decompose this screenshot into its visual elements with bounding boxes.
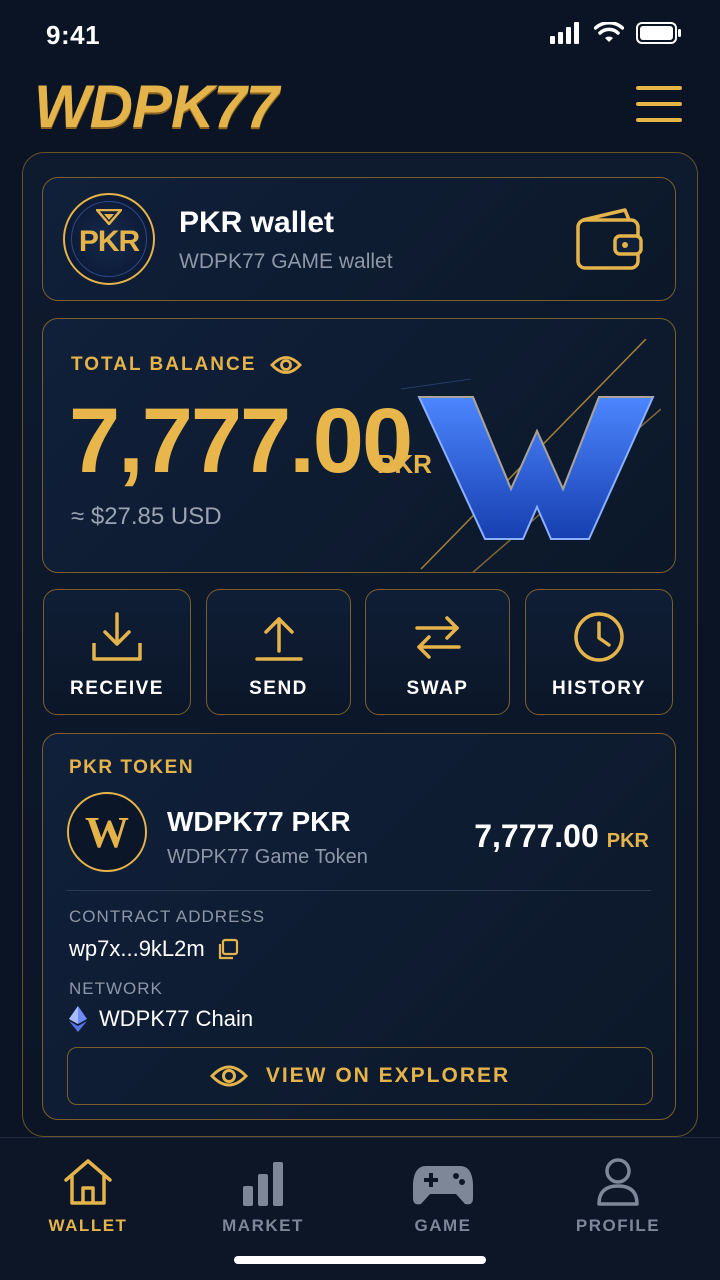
nav-label-game: GAME [414,1216,472,1235]
swap-label: SWAP [406,678,469,699]
network-label: NETWORK [69,979,163,998]
token-name: WDPK77 PKR [167,806,351,837]
balance-amount: 7,777.00 [69,390,413,492]
upload-icon [254,617,303,661]
app-logo[interactable]: WDPK77 [34,72,279,141]
status-icons [550,22,682,44]
wallet-subtitle: WDPK77 GAME wallet [179,250,393,273]
pkr-badge: PKR [63,193,155,285]
nav-label-market: MARKET [222,1216,304,1235]
receive-label: RECEIVE [70,678,164,699]
swap-button[interactable]: SWAP [365,589,510,715]
total-balance-text: TOTAL BALANCE [71,354,257,375]
gamepad-icon [413,1166,473,1205]
token-card: PKR TOKEN W WDPK77 PKR WDPK77 Game Token… [42,733,676,1120]
home-icon [64,1159,112,1205]
nav-label-profile: PROFILE [575,1216,661,1235]
eye-icon[interactable] [270,354,303,376]
network-row: WDPK77 Chain [69,1006,253,1032]
clock-icon [574,612,624,662]
copy-icon[interactable] [217,938,239,960]
contract-address-value: wp7x...9kL2m [69,936,205,961]
status-bar: 9:41 [0,0,720,70]
menu-icon [636,86,682,90]
token-amount-unit: PKR [606,830,649,852]
network-value: WDPK77 Chain [99,1006,254,1031]
token-description: WDPK77 Game Token [167,846,368,868]
history-button[interactable]: HISTORY [525,589,673,715]
status-time: 9:41 [46,20,101,50]
view-on-explorer-label: VIEW ON EXPLORER [265,1064,511,1087]
nav-item-profile[interactable]: PROFILE [548,1152,688,1236]
ethereum-icon [69,1006,87,1032]
token-logo-letter: W [85,807,129,857]
receive-button[interactable]: RECEIVE [43,589,191,715]
wallet-card[interactable]: PKR PKR wallet WDPK77 GAME wallet [42,177,676,301]
wallet-title: PKR wallet [179,206,335,239]
battery-icon [636,22,681,44]
nav-label-wallet: WALLET [48,1216,128,1235]
total-balance-label: TOTAL BALANCE [71,354,303,376]
menu-button[interactable] [636,86,684,124]
home-indicator[interactable] [234,1256,486,1264]
contract-address-row: wp7x...9kL2m [69,936,239,962]
token-logo: W [67,792,147,872]
user-icon [597,1158,639,1206]
send-label: SEND [249,678,308,699]
send-button[interactable]: SEND [206,589,351,715]
nav-item-market[interactable]: MARKET [193,1152,333,1236]
nav-item-game[interactable]: GAME [373,1152,513,1236]
swap-arrows-icon [414,616,461,659]
menu-icon-bar [636,118,682,122]
wallet-icon[interactable] [575,206,645,272]
signal-icon [550,22,579,44]
token-section-title: PKR TOKEN [69,757,195,778]
balance-usd-equivalent: ≈ $27.85 USD [71,503,222,530]
contract-address-label: CONTRACT ADDRESS [69,907,266,926]
history-label: HISTORY [552,678,646,699]
pkr-crest-icon [96,209,122,225]
nav-item-wallet[interactable]: WALLET [18,1152,158,1236]
bar-chart-icon [243,1162,283,1206]
menu-icon-bar [636,102,682,106]
balance-card: TOTAL BALANCE 7,777.00 PKR ≈ $27.85 USD [42,318,676,573]
balance-currency: PKR [377,449,432,479]
wifi-icon [594,22,624,42]
divider [67,890,651,891]
eye-icon [209,1065,248,1087]
token-amount-value: 7,777.00 [474,818,599,854]
download-icon [92,612,142,661]
view-on-explorer-button[interactable]: VIEW ON EXPLORER [67,1047,653,1105]
token-amount: 7,777.00 PKR [474,818,649,855]
